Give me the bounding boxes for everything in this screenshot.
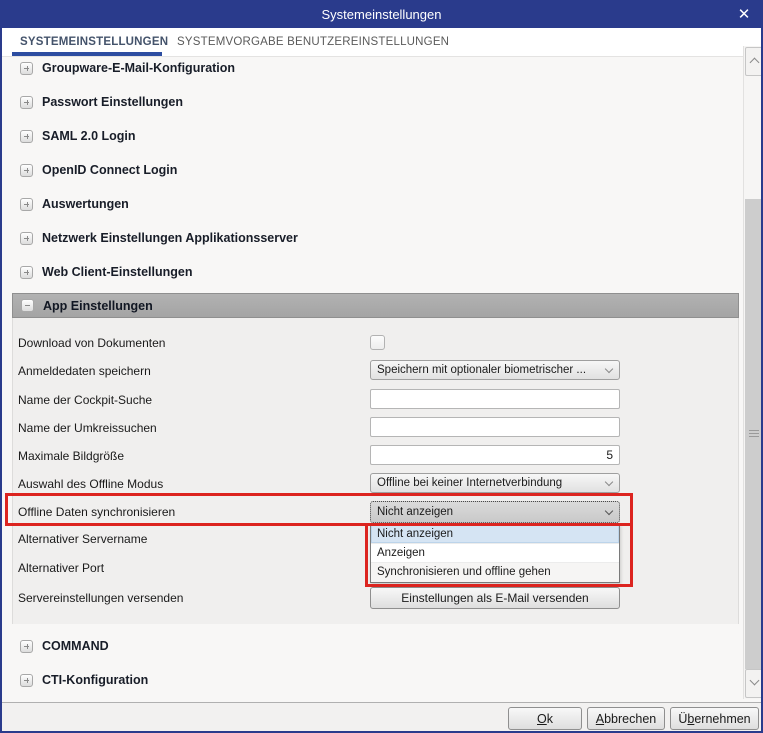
setting-label: Servereinstellungen versenden bbox=[18, 591, 183, 605]
section-openid[interactable]: OpenID Connect Login bbox=[20, 160, 177, 180]
chevron-down-icon bbox=[605, 507, 613, 515]
umkreissuchen-input[interactable] bbox=[370, 417, 620, 437]
collapse-minus-icon bbox=[21, 299, 34, 312]
btn-accesskey: O bbox=[537, 712, 547, 726]
option-synchronisieren-offline[interactable]: Synchronisieren und offline gehen bbox=[371, 563, 619, 582]
footer-bar: Ok Abbrechen Übernehmen bbox=[2, 702, 761, 731]
offline-daten-sync-dropdown[interactable]: Nicht anzeigen bbox=[370, 501, 620, 523]
offline-modus-dropdown[interactable]: Offline bei keiner Internetverbindung bbox=[370, 473, 620, 493]
row-umkreissuchen: Name der Umkreissuchen bbox=[2, 417, 761, 441]
row-offline-daten-sync: Offline Daten synchronisieren Nicht anze… bbox=[2, 501, 761, 525]
section-saml[interactable]: SAML 2.0 Login bbox=[20, 126, 136, 146]
section-command[interactable]: COMMAND bbox=[20, 636, 109, 656]
chevron-up-icon bbox=[750, 58, 760, 68]
section-label: OpenID Connect Login bbox=[42, 163, 177, 177]
setting-label: Alternativer Port bbox=[18, 561, 104, 575]
dropdown-value: Nicht anzeigen bbox=[377, 506, 453, 518]
setting-label: Name der Umkreissuchen bbox=[18, 421, 157, 435]
section-label: COMMAND bbox=[42, 639, 109, 653]
section-label: CTI-Konfiguration bbox=[42, 673, 148, 687]
einstellungen-email-button[interactable]: Einstellungen als E-Mail versenden bbox=[370, 587, 620, 609]
setting-label: Offline Daten synchronisieren bbox=[18, 505, 175, 519]
btn-text: bbrechen bbox=[604, 712, 656, 726]
dropdown-value: Speichern mit optionaler biometrischer .… bbox=[377, 364, 586, 376]
row-download-dokumente: Download von Dokumenten bbox=[2, 335, 761, 359]
ok-button[interactable]: Ok bbox=[508, 707, 582, 730]
row-offline-modus: Auswahl des Offline Modus Offline bei ke… bbox=[2, 473, 761, 497]
section-app-einstellungen-header[interactable]: App Einstellungen bbox=[12, 293, 739, 318]
dropdown-value: Offline bei keiner Internetverbindung bbox=[377, 477, 562, 489]
section-web-client[interactable]: Web Client-Einstellungen bbox=[20, 262, 192, 282]
section-label: Groupware-E-Mail-Konfiguration bbox=[42, 61, 235, 75]
cockpit-suche-input[interactable] bbox=[370, 389, 620, 409]
close-icon[interactable]: ✕ bbox=[733, 5, 755, 25]
btn-accesskey: A bbox=[596, 712, 604, 726]
offline-sync-dropdown-list: Nicht anzeigen Anzeigen Synchronisieren … bbox=[370, 524, 620, 583]
expand-plus-icon bbox=[20, 198, 33, 211]
row-maximale-bildgroesse: Maximale Bildgröße bbox=[2, 445, 761, 469]
uebernehmen-button[interactable]: Übernehmen bbox=[670, 707, 759, 730]
option-anzeigen[interactable]: Anzeigen bbox=[371, 544, 619, 563]
section-label: SAML 2.0 Login bbox=[42, 129, 136, 143]
option-nicht-anzeigen[interactable]: Nicht anzeigen bbox=[371, 525, 619, 544]
expand-plus-icon bbox=[20, 674, 33, 687]
scroll-down-button[interactable] bbox=[745, 669, 763, 698]
expand-plus-icon bbox=[20, 130, 33, 143]
expand-plus-icon bbox=[20, 266, 33, 279]
btn-text: k bbox=[547, 712, 553, 726]
section-auswertungen[interactable]: Auswertungen bbox=[20, 194, 129, 214]
setting-label: Name der Cockpit-Suche bbox=[18, 393, 152, 407]
expand-plus-icon bbox=[20, 164, 33, 177]
setting-label: Download von Dokumenten bbox=[18, 336, 165, 350]
row-cockpit-suche: Name der Cockpit-Suche bbox=[2, 389, 761, 413]
active-tab-underline bbox=[12, 52, 162, 56]
section-groupware-email[interactable]: Groupware-E-Mail-Konfiguration bbox=[20, 58, 235, 78]
tab-systemvorgabe-benutzereinstellungen[interactable]: SYSTEMVORGABE BENUTZEREINSTELLUNGEN bbox=[177, 36, 449, 48]
chevron-down-icon bbox=[750, 676, 760, 686]
anmeldedaten-dropdown[interactable]: Speichern mit optionaler biometrischer .… bbox=[370, 360, 620, 380]
section-label: App Einstellungen bbox=[43, 299, 153, 313]
chevron-down-icon bbox=[605, 478, 613, 486]
vertical-scrollbar[interactable] bbox=[743, 46, 763, 699]
tab-systemeinstellungen[interactable]: SYSTEMEINSTELLUNGEN bbox=[20, 36, 168, 48]
section-passwort[interactable]: Passwort Einstellungen bbox=[20, 92, 183, 112]
section-label: Passwort Einstellungen bbox=[42, 95, 183, 109]
section-netzwerk[interactable]: Netzwerk Einstellungen Applikationsserve… bbox=[20, 228, 298, 248]
setting-label: Auswahl des Offline Modus bbox=[18, 477, 163, 491]
chevron-down-icon bbox=[605, 365, 613, 373]
setting-label: Alternativer Servername bbox=[18, 532, 147, 546]
maximale-bildgroesse-input[interactable] bbox=[370, 445, 620, 465]
expand-plus-icon bbox=[20, 640, 33, 653]
expand-plus-icon bbox=[20, 96, 33, 109]
scrollbar-thumb[interactable] bbox=[745, 199, 763, 669]
scrollbar-grip-icon bbox=[749, 430, 759, 438]
tab-bar: SYSTEMEINSTELLUNGEN SYSTEMVORGABE BENUTZ… bbox=[2, 28, 761, 57]
window-title: Systemeinstellungen bbox=[2, 7, 761, 22]
row-anmeldedaten: Anmeldedaten speichern Speichern mit opt… bbox=[2, 360, 761, 384]
scroll-up-button[interactable] bbox=[745, 47, 763, 76]
expand-plus-icon bbox=[20, 62, 33, 75]
expand-plus-icon bbox=[20, 232, 33, 245]
btn-text: ernehmen bbox=[694, 712, 750, 726]
section-label: Web Client-Einstellungen bbox=[42, 265, 192, 279]
title-bar: Systemeinstellungen ✕ bbox=[2, 2, 761, 28]
abbrechen-button[interactable]: Abbrechen bbox=[587, 707, 665, 730]
section-label: Netzwerk Einstellungen Applikationsserve… bbox=[42, 231, 298, 245]
download-dokumente-checkbox[interactable] bbox=[370, 335, 385, 350]
setting-label: Maximale Bildgröße bbox=[18, 449, 124, 463]
section-cti-konfiguration[interactable]: CTI-Konfiguration bbox=[20, 670, 148, 690]
system-settings-dialog: Systemeinstellungen ✕ SYSTEMEINSTELLUNGE… bbox=[0, 0, 763, 733]
setting-label: Anmeldedaten speichern bbox=[18, 364, 151, 378]
row-servereinstellungen: Servereinstellungen versenden Einstellun… bbox=[2, 587, 761, 611]
section-label: Auswertungen bbox=[42, 197, 129, 211]
